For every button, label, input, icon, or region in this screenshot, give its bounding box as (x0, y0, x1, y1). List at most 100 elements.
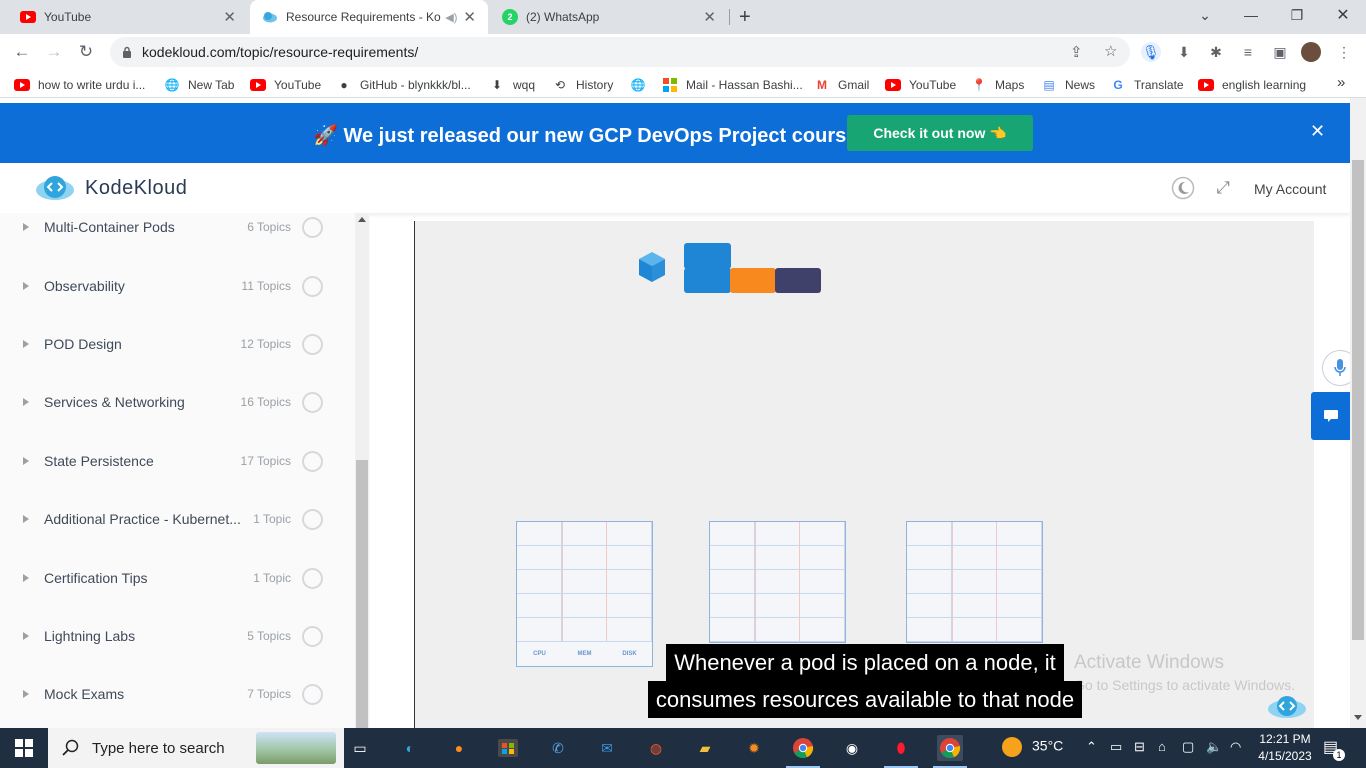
mail-icon[interactable]: ✉ (594, 735, 620, 761)
back-button[interactable]: ← (8, 38, 36, 66)
my-account-link[interactable]: My Account (1254, 181, 1326, 197)
media-control-icon[interactable]: ≡ (1238, 42, 1258, 62)
pod-cube-icon (639, 252, 665, 282)
sidebar-scrollbar[interactable] (355, 213, 369, 728)
forward-button[interactable]: → (40, 38, 68, 66)
module-item[interactable]: Lightning Labs 5 Topics (0, 616, 340, 656)
notification-center[interactable]: ▤ 1 (1323, 737, 1345, 761)
bookmarks-overflow-button[interactable]: » (1337, 74, 1345, 91)
scroll-up-icon[interactable] (358, 217, 366, 222)
edge-icon[interactable]: ◐ (397, 735, 423, 761)
close-tab-icon[interactable]: ✕ (223, 8, 236, 26)
bookmark-label: wqq (513, 77, 536, 92)
caption-line: consumes resources available to that nod… (647, 681, 1083, 718)
close-tab-icon[interactable]: ✕ (463, 8, 476, 26)
new-tab-button[interactable]: + (736, 0, 762, 34)
firefox-icon[interactable]: ● (446, 735, 472, 761)
restore-button[interactable]: ❐ (1274, 0, 1320, 30)
bookmark-item[interactable]: how to write urdu i... (14, 76, 145, 93)
settings-gear-icon[interactable]: ✹ (741, 735, 767, 761)
module-item[interactable]: Additional Practice - Kubernet... 1 Topic (0, 499, 340, 539)
site-header: KodeKloud ⤢ My Account (0, 163, 1350, 213)
bookmark-item[interactable]: M Gmail (814, 76, 869, 93)
module-item[interactable]: State Persistence 17 Topics (0, 441, 340, 481)
page-scrollbar[interactable] (1350, 98, 1366, 728)
avatar[interactable] (1301, 42, 1321, 62)
voice-input-button[interactable] (1322, 350, 1350, 386)
windows-taskbar: Type here to search ▭ ◐ ● ✆ ✉ ◍ ▰ ✹ ◉ ⬮ … (0, 728, 1366, 768)
bookmark-item[interactable]: english learning (1198, 76, 1306, 93)
bookmark-item[interactable]: 📍 Maps (971, 76, 1025, 93)
weather-widget[interactable]: 35°C (1002, 737, 1063, 757)
chat-button[interactable] (1311, 392, 1350, 440)
dark-mode-toggle[interactable] (1171, 176, 1195, 200)
chevron-up-icon[interactable]: ⌃ (1086, 739, 1097, 755)
bookmark-star-icon[interactable]: ☆ (1104, 42, 1117, 60)
microsoft-store-icon[interactable] (495, 735, 521, 761)
search-placeholder: Type here to search (92, 739, 225, 757)
module-item[interactable]: Services & Networking 16 Topics (0, 382, 340, 422)
file-explorer-icon[interactable]: ▰ (692, 735, 718, 761)
module-item[interactable]: Observability 11 Topics (0, 266, 340, 306)
phone-app-icon[interactable]: ✆ (545, 735, 571, 761)
bookmark-item[interactable]: YouTube (885, 76, 956, 93)
bookmark-item[interactable]: G Translate (1110, 76, 1183, 93)
module-item[interactable]: Mock Exams 7 Topics (0, 674, 340, 714)
opera-icon[interactable]: ⬮ (888, 735, 914, 761)
bookmark-item[interactable]: ▤ News (1041, 76, 1095, 93)
audio-playing-icon[interactable]: ◀) (445, 11, 457, 24)
wifi-icon[interactable]: ◠ (1230, 739, 1241, 755)
address-bar[interactable]: kodekloud.com/topic/resource-requirement… (110, 37, 1130, 67)
start-button[interactable] (11, 735, 37, 761)
brand-name: KodeKloud (85, 176, 188, 199)
check-it-out-button[interactable]: Check it out now 👈 (847, 115, 1033, 151)
module-item[interactable]: POD Design 12 Topics (0, 324, 340, 364)
bookmark-item[interactable]: 🌐 New Tab (164, 76, 235, 93)
system-clock[interactable]: 12:21 PM 4/15/2023 (1255, 731, 1315, 765)
scrollbar-thumb[interactable] (1352, 160, 1364, 640)
tab-whatsapp[interactable]: 2 (2) WhatsApp ✕ (490, 0, 728, 34)
usb-icon[interactable]: ⌂ (1158, 739, 1166, 754)
tab-youtube[interactable]: YouTube ✕ (8, 0, 248, 34)
download-extension-icon[interactable]: ⬇ (1174, 42, 1194, 62)
reload-button[interactable]: ↻ (72, 38, 100, 66)
minimize-button[interactable]: — (1228, 0, 1274, 30)
kebab-menu-icon[interactable]: ⋮ (1334, 42, 1354, 62)
lesson-video[interactable]: CPU MEM DISK Activate Windows Go to Settin… (414, 221, 1314, 728)
globe-icon: 🌐 (164, 77, 180, 92)
module-item[interactable]: Certification Tips 1 Topic (0, 558, 340, 598)
bookmark-item[interactable]: ⬇ wqq (489, 76, 535, 93)
tab-resource-requirements[interactable]: Resource Requirements - Ko ◀) ✕ (250, 0, 488, 34)
screen-icon[interactable]: ▢ (1182, 739, 1194, 755)
chrome-active-icon[interactable] (937, 735, 963, 761)
github-icon: ● (340, 77, 348, 92)
bookmark-item[interactable]: 🌐 (630, 76, 654, 93)
bookmark-item[interactable]: ● GitHub - blynkkk/bl... (336, 76, 470, 93)
bookmark-item[interactable]: Mail - Hassan Bashi... (662, 76, 803, 93)
brand-logo[interactable]: KodeKloud (35, 175, 187, 201)
task-view-icon[interactable]: ▭ (347, 735, 373, 761)
puzzle-icon[interactable]: ✱ (1206, 42, 1226, 62)
battery-icon[interactable]: ▭ (1110, 739, 1122, 755)
taskbar-search-box[interactable]: Type here to search (48, 728, 344, 768)
camera-app-icon[interactable]: ◉ (839, 735, 865, 761)
chrome-icon[interactable] (790, 735, 816, 761)
volume-icon[interactable]: 🔈 (1206, 739, 1222, 755)
share-icon[interactable]: ⇪ (1070, 43, 1083, 61)
media-player-icon[interactable]: ◍ (643, 735, 669, 761)
module-item[interactable]: Multi-Container Pods 6 Topics (0, 207, 340, 247)
bookmark-item[interactable]: ⟲ History (552, 76, 613, 93)
close-banner-icon[interactable]: ✕ (1310, 121, 1325, 142)
side-panel-icon[interactable]: ▣ (1270, 42, 1290, 62)
sun-icon (1002, 737, 1022, 757)
network-drive-icon[interactable]: ⊟ (1134, 739, 1145, 755)
fullscreen-button[interactable]: ⤢ (1211, 176, 1235, 200)
close-window-button[interactable]: ✕ (1320, 0, 1366, 30)
scrollbar-thumb[interactable] (356, 460, 368, 728)
bookmark-item[interactable]: YouTube (250, 76, 321, 93)
close-tab-icon[interactable]: ✕ (703, 8, 716, 26)
module-count: 1 Topic (253, 512, 291, 526)
voice-extension-icon[interactable]: 🎙 (1141, 42, 1161, 62)
tab-search-button[interactable]: ⌄ (1182, 0, 1228, 30)
scroll-down-icon[interactable] (1354, 715, 1362, 720)
